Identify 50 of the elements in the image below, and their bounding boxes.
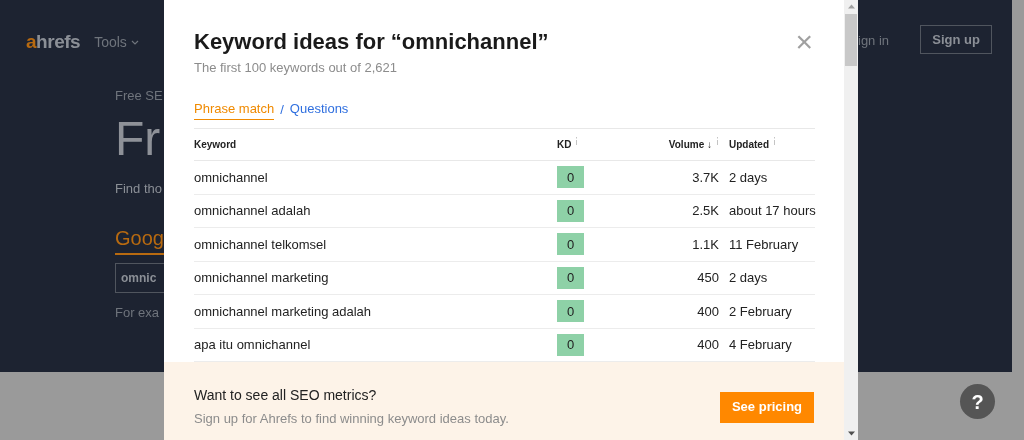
banner-heading: Want to see all SEO metrics? <box>194 386 378 406</box>
banner-text: Sign up for Ahrefs to find winning keyword ideas today. <box>194 410 509 429</box>
keyword-cell: omnichannel marketing <box>194 270 329 285</box>
column-header[interactable]: KD <box>557 137 572 152</box>
volume-cell-text: 450 <box>697 269 719 287</box>
volume-cell-text: 1.1K <box>692 235 719 254</box>
scrollbar-thumb[interactable] <box>845 14 857 66</box>
tab[interactable]: Questions <box>289 98 349 120</box>
updated-cell: 11 February <box>729 236 799 252</box>
keyword-cell: omnichannel marketing adalah <box>194 303 372 319</box>
scrollbar[interactable] <box>844 0 858 440</box>
updated-cell: 2 days <box>729 169 768 185</box>
tab-separator: / <box>280 100 284 119</box>
column-header[interactable]: Keyword <box>194 137 237 152</box>
hero-title: Fr <box>115 111 161 167</box>
volume-cell-text: 400 <box>697 336 719 354</box>
keyword-cell: omnichannel adalah <box>194 203 311 218</box>
help-button[interactable]: ? <box>960 384 995 419</box>
keyword-cell: omnichannel <box>194 169 268 185</box>
logo[interactable]: ahrefs <box>26 28 81 57</box>
volume-cell-text: 400 <box>697 302 719 321</box>
modal-title: Keyword ideas for “omnichannel” <box>194 28 549 56</box>
hero-text: Find tho <box>115 180 162 198</box>
kd-badge: 0 <box>557 300 584 323</box>
eyebrow-text: Free SE <box>115 86 163 105</box>
volume-cell-text: 3.7K <box>692 168 719 187</box>
nav-menu[interactable]: Tools <box>94 31 139 53</box>
sign-up-button[interactable]: Sign up <box>920 25 993 54</box>
kd-badge: 0 <box>557 166 584 189</box>
tab[interactable]: Phrase match <box>194 98 275 120</box>
modal-subtitle: The first 100 keywords out of 2,621 <box>194 59 399 77</box>
updated-cell: 4 February <box>729 337 792 352</box>
scroll-down-icon[interactable] <box>847 431 855 436</box>
chevron-down-icon <box>130 39 139 45</box>
kd-badge: 0 <box>557 266 584 289</box>
sign-in-link[interactable]: ign in <box>858 31 890 51</box>
column-header[interactable]: Updated <box>729 137 769 152</box>
example-text: For exa <box>115 303 160 322</box>
updated-cell: 2 days <box>729 270 768 285</box>
scroll-up-icon[interactable] <box>847 4 855 9</box>
kd-badge: 0 <box>557 333 584 356</box>
keyword-cell: apa itu omnichannel <box>194 337 311 352</box>
kd-badge: 0 <box>557 199 584 222</box>
kd-badge: 0 <box>557 233 584 256</box>
column-header[interactable]: Volume ↓ <box>668 137 712 152</box>
close-button[interactable]: × <box>795 30 813 54</box>
keyword-cell: omnichannel telkomsel <box>194 236 327 252</box>
updated-cell: about 17 hours <box>729 203 816 218</box>
updated-cell: 2 February <box>729 303 792 319</box>
volume-cell-text: 2.5K <box>692 202 719 220</box>
